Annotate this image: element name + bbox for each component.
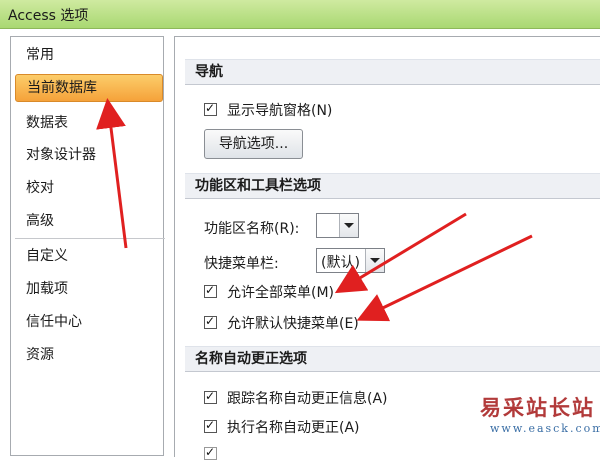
allow-default-shortcut-menus-checkbox[interactable] xyxy=(204,314,217,329)
sidebar-item-customize[interactable]: 自定义 xyxy=(15,242,163,270)
shortcut-menu-bar-value: (默认) xyxy=(321,255,360,271)
allow-full-menus-checkbox[interactable] xyxy=(204,283,217,298)
sidebar-item-resources[interactable]: 资源 xyxy=(15,341,163,369)
allow-default-shortcut-menus-label: 允许默认快捷菜单(E) xyxy=(227,316,359,332)
watermark-url: www.easck.com xyxy=(490,422,600,435)
sidebar-item-proofing[interactable]: 校对 xyxy=(15,174,163,202)
sidebar-item-general[interactable]: 常用 xyxy=(15,41,163,69)
section-header-name-autocorrect: 名称自动更正选项 xyxy=(185,346,600,372)
ribbon-name-combobox[interactable] xyxy=(316,213,359,238)
navigation-options-button[interactable]: 导航选项... xyxy=(204,129,303,159)
chevron-down-icon[interactable] xyxy=(339,214,358,237)
options-sidebar: 常用 当前数据库 数据表 对象设计器 校对 高级 自定义 加载项 信任中心 资源 xyxy=(10,36,165,456)
partial-checkbox[interactable] xyxy=(204,445,217,460)
show-nav-pane-label: 显示导航窗格(N) xyxy=(227,103,333,119)
section-header-navigation: 导航 xyxy=(185,59,600,85)
track-autocorrect-label: 跟踪名称自动更正信息(A) xyxy=(227,391,388,407)
shortcut-menu-bar-label: 快捷菜单栏: xyxy=(204,256,279,272)
watermark-text: 易采站长站 xyxy=(480,395,595,420)
chevron-down-icon[interactable] xyxy=(365,249,384,272)
sidebar-item-trust-center[interactable]: 信任中心 xyxy=(15,308,163,336)
track-autocorrect-checkbox[interactable] xyxy=(204,389,217,404)
window-title: Access 选项 xyxy=(8,8,89,24)
allow-full-menus-label: 允许全部菜单(M) xyxy=(227,285,335,301)
sidebar-item-datasheet[interactable]: 数据表 xyxy=(15,109,163,137)
sidebar-item-object-designers[interactable]: 对象设计器 xyxy=(15,141,163,169)
ribbon-name-label: 功能区名称(R): xyxy=(204,221,300,237)
shortcut-menu-bar-combobox[interactable]: (默认) xyxy=(316,248,385,273)
section-header-ribbon-toolbar: 功能区和工具栏选项 xyxy=(185,173,600,199)
sidebar-divider xyxy=(15,238,165,239)
sidebar-item-current-database[interactable]: 当前数据库 xyxy=(15,74,163,102)
perform-autocorrect-label: 执行名称自动更正(A) xyxy=(227,420,360,436)
sidebar-item-advanced[interactable]: 高级 xyxy=(15,207,163,235)
watermark: 易采站长站 www.easck.com xyxy=(480,392,600,435)
sidebar-item-add-ins[interactable]: 加载项 xyxy=(15,275,163,303)
show-nav-pane-checkbox[interactable] xyxy=(204,101,217,116)
window-titlebar: Access 选项 xyxy=(0,0,600,29)
perform-autocorrect-checkbox[interactable] xyxy=(204,418,217,433)
